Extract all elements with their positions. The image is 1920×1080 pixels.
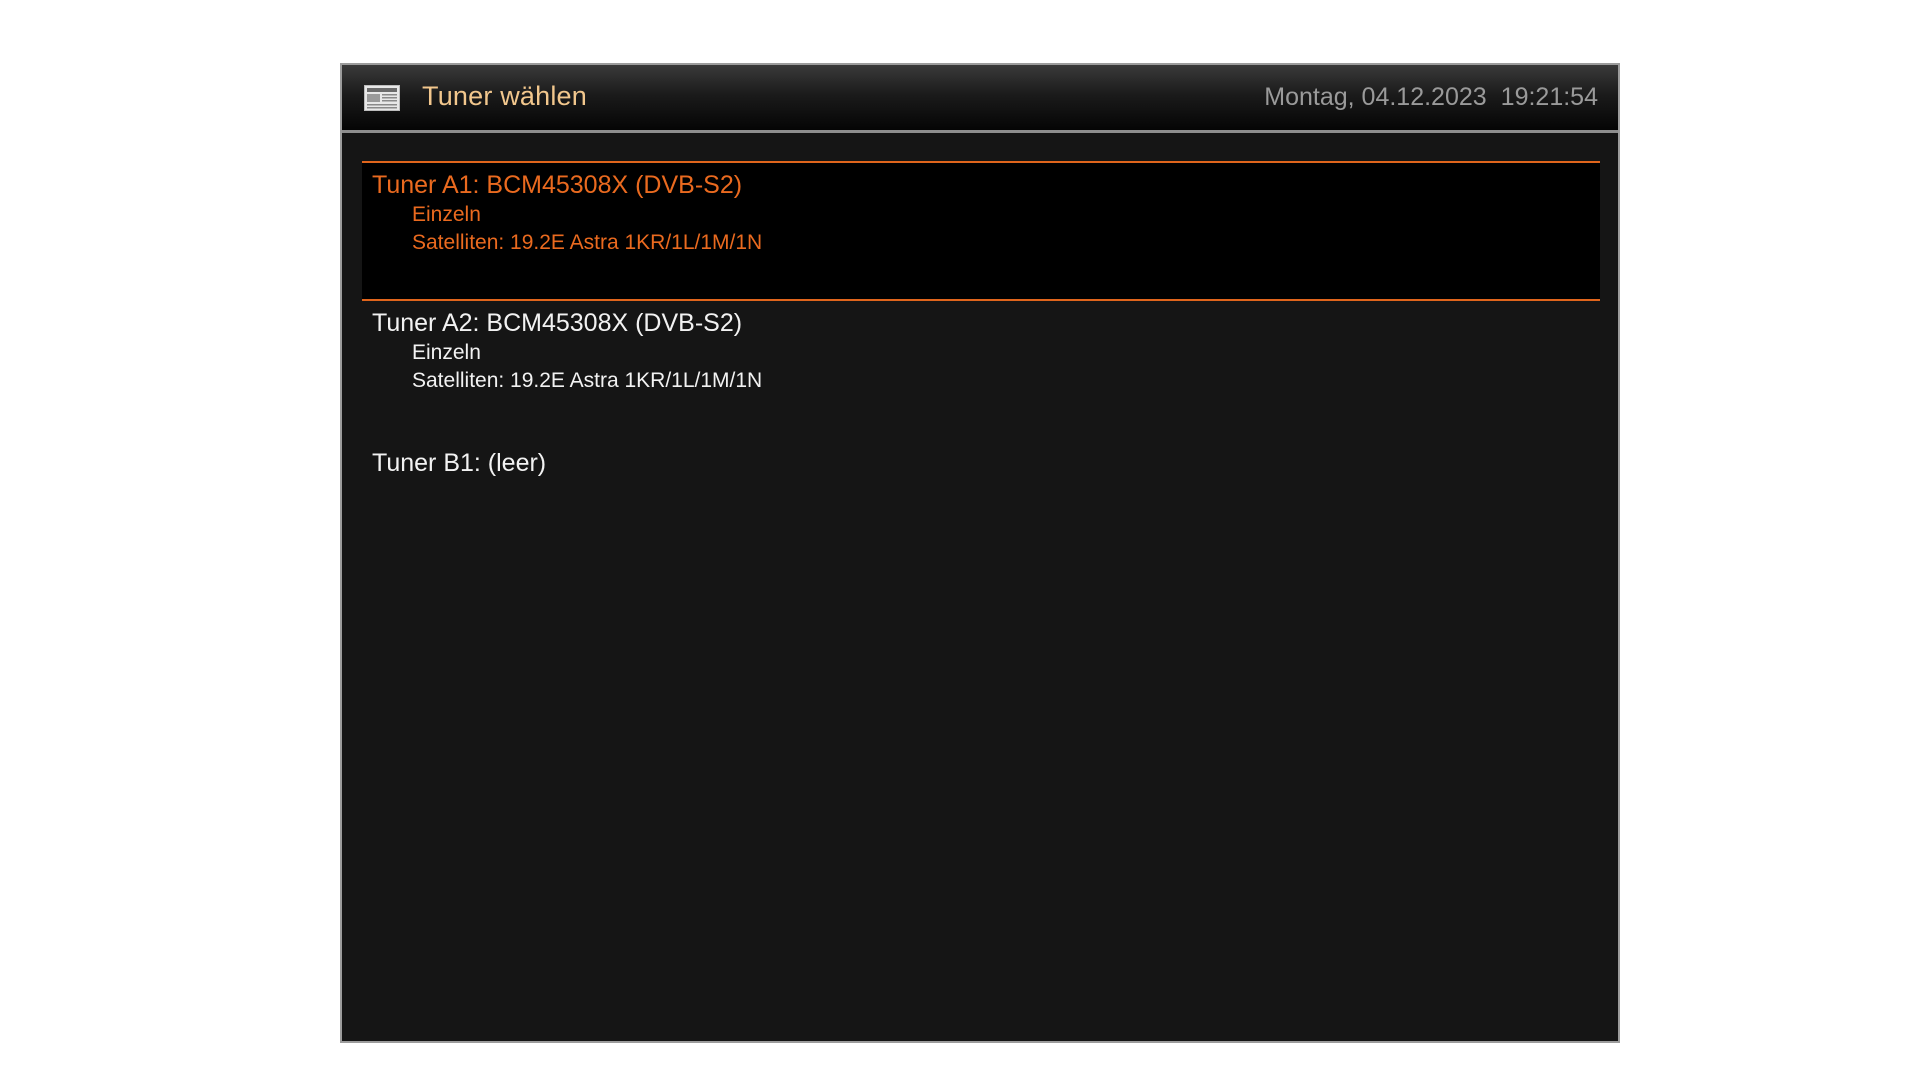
page-title: Tuner wählen xyxy=(422,81,587,111)
tuner-item-a2[interactable]: Tuner A2: BCM45308X (DVB-S2) Einzeln Sat… xyxy=(362,301,1600,441)
tuner-mode: Einzeln xyxy=(412,341,481,364)
tuner-mode: Einzeln xyxy=(412,203,481,226)
tuner-satellites: Satelliten: 19.2E Astra 1KR/1L/1M/1N xyxy=(412,369,763,392)
time-label: 19:21:54 xyxy=(1500,83,1598,111)
tuner-list: Tuner A1: BCM45308X (DVB-S2) Einzeln Sat… xyxy=(362,161,1600,581)
newspaper-icon xyxy=(364,85,400,111)
tuner-select-window: Tuner wählen Montag, 04.12.2023 19:21:54 … xyxy=(340,63,1620,1043)
tuner-item-b1[interactable]: Tuner B1: (leer) xyxy=(362,441,1600,581)
tuner-title: Tuner A2: BCM45308X (DVB-S2) xyxy=(372,309,743,337)
tuner-item-a1[interactable]: Tuner A1: BCM45308X (DVB-S2) Einzeln Sat… xyxy=(362,161,1600,301)
tuner-title: Tuner B1: (leer) xyxy=(372,449,547,477)
tuner-title: Tuner A1: BCM45308X (DVB-S2) xyxy=(372,171,743,199)
clock: Montag, 04.12.2023 19:21:54 xyxy=(1264,83,1598,112)
date-label: Montag, 04.12.2023 xyxy=(1264,83,1487,111)
title-bar: Tuner wählen Montag, 04.12.2023 19:21:54 xyxy=(342,65,1618,133)
tuner-satellites: Satelliten: 19.2E Astra 1KR/1L/1M/1N xyxy=(412,231,763,254)
